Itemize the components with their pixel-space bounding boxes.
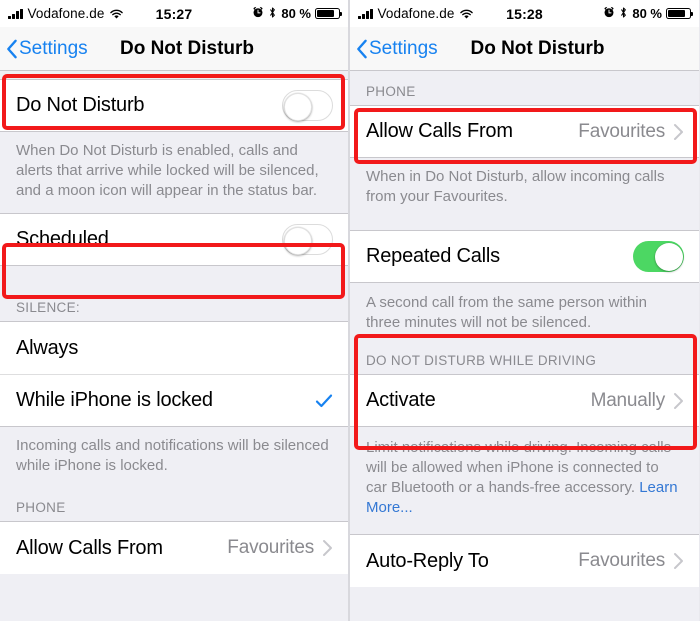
battery-percent-label: 80 % (632, 6, 662, 21)
right-nav-bar: Settings Do Not Disturb (350, 27, 699, 71)
chevron-right-icon (673, 552, 684, 570)
allow-calls-from-value: Favourites (227, 537, 314, 558)
right-settings-list: PHONE Allow Calls From Favourites When i… (350, 71, 699, 587)
allow-calls-from-description: When in Do Not Disturb, allow incoming c… (350, 158, 699, 219)
row-silence-always[interactable]: Always (0, 321, 348, 374)
checkmark-icon (315, 393, 333, 409)
alarm-clock-icon (252, 6, 264, 21)
chevron-right-icon (322, 539, 333, 557)
allow-calls-from-label: Allow Calls From (16, 536, 163, 559)
left-phone-screen: Vodafone.de 15:27 80 % Settings Do Not D… (0, 0, 349, 621)
left-top-spacer (0, 71, 348, 79)
toggle-knob (284, 226, 312, 255)
scheduled-toggle[interactable] (282, 224, 333, 255)
silence-while-locked-label: While iPhone is locked (16, 389, 213, 411)
screenshot-root: Vodafone.de 15:27 80 % Settings Do Not D… (0, 0, 700, 621)
back-button-label: Settings (369, 37, 438, 59)
right-phone-section-header: PHONE (350, 71, 699, 105)
left-gap-1 (0, 266, 348, 288)
do-not-disturb-description: When Do Not Disturb is enabled, calls an… (0, 132, 348, 213)
back-button-label: Settings (19, 37, 88, 59)
row-allow-calls-from[interactable]: Allow Calls From Favourites (0, 521, 348, 574)
right-status-bar-right: 80 % (603, 6, 694, 22)
chevron-left-icon (5, 39, 18, 59)
driving-section-header: DO NOT DISTURB WHILE DRIVING (350, 347, 699, 374)
left-status-bar-right: 80 % (252, 6, 343, 22)
auto-reply-to-value: Favourites (578, 550, 665, 571)
right-phone-screen: Vodafone.de 15:28 80 % Settings Do Not D… (349, 0, 699, 621)
do-not-disturb-label: Do Not Disturb (16, 94, 145, 116)
left-nav-bar: Settings Do Not Disturb (0, 27, 348, 71)
repeated-calls-toggle[interactable] (633, 241, 684, 272)
row-activate[interactable]: Activate Manually (350, 374, 699, 427)
battery-icon (666, 7, 694, 20)
activate-label: Activate (366, 389, 436, 411)
right-status-bar: Vodafone.de 15:28 80 % (350, 0, 699, 27)
row-allow-calls-from[interactable]: Allow Calls From Favourites (350, 105, 699, 158)
right-gap-1 (350, 219, 699, 230)
back-to-settings-button[interactable]: Settings (5, 38, 88, 60)
allow-calls-from-value: Favourites (578, 120, 665, 142)
bluetooth-icon (619, 6, 628, 22)
toggle-knob (284, 92, 312, 121)
silence-section-header: SILENCE: (0, 288, 348, 321)
row-scheduled[interactable]: Scheduled (0, 213, 348, 266)
activate-value: Manually (590, 389, 666, 411)
driving-description: Limit notifications while driving. Incom… (350, 427, 699, 534)
left-settings-list: Do Not Disturb When Do Not Disturb is en… (0, 71, 348, 574)
bluetooth-icon (268, 6, 277, 22)
row-silence-while-locked[interactable]: While iPhone is locked (0, 374, 348, 427)
chevron-left-icon (355, 39, 368, 59)
repeated-calls-description: A second call from the same person withi… (350, 283, 699, 347)
chevron-right-icon (673, 392, 684, 410)
alarm-clock-icon (603, 6, 615, 21)
do-not-disturb-toggle[interactable] (282, 90, 333, 121)
row-auto-reply-to[interactable]: Auto-Reply To Favourites (350, 534, 699, 587)
battery-icon (315, 7, 343, 20)
repeated-calls-label: Repeated Calls (366, 245, 500, 267)
left-phone-section-header: PHONE (0, 488, 348, 521)
chevron-right-icon (673, 123, 684, 141)
toggle-knob (654, 242, 683, 271)
auto-reply-to-label: Auto-Reply To (366, 549, 489, 572)
silence-description: Incoming calls and notifications will be… (0, 427, 348, 488)
left-status-bar: Vodafone.de 15:27 80 % (0, 0, 348, 27)
scheduled-label: Scheduled (16, 228, 109, 250)
back-to-settings-button[interactable]: Settings (355, 38, 438, 60)
row-repeated-calls[interactable]: Repeated Calls (350, 230, 699, 283)
allow-calls-from-label: Allow Calls From (366, 120, 513, 142)
silence-always-label: Always (16, 336, 79, 359)
driving-description-text: Limit notifications while driving. Incom… (366, 439, 672, 496)
battery-percent-label: 80 % (281, 6, 311, 21)
row-do-not-disturb[interactable]: Do Not Disturb (0, 79, 348, 132)
